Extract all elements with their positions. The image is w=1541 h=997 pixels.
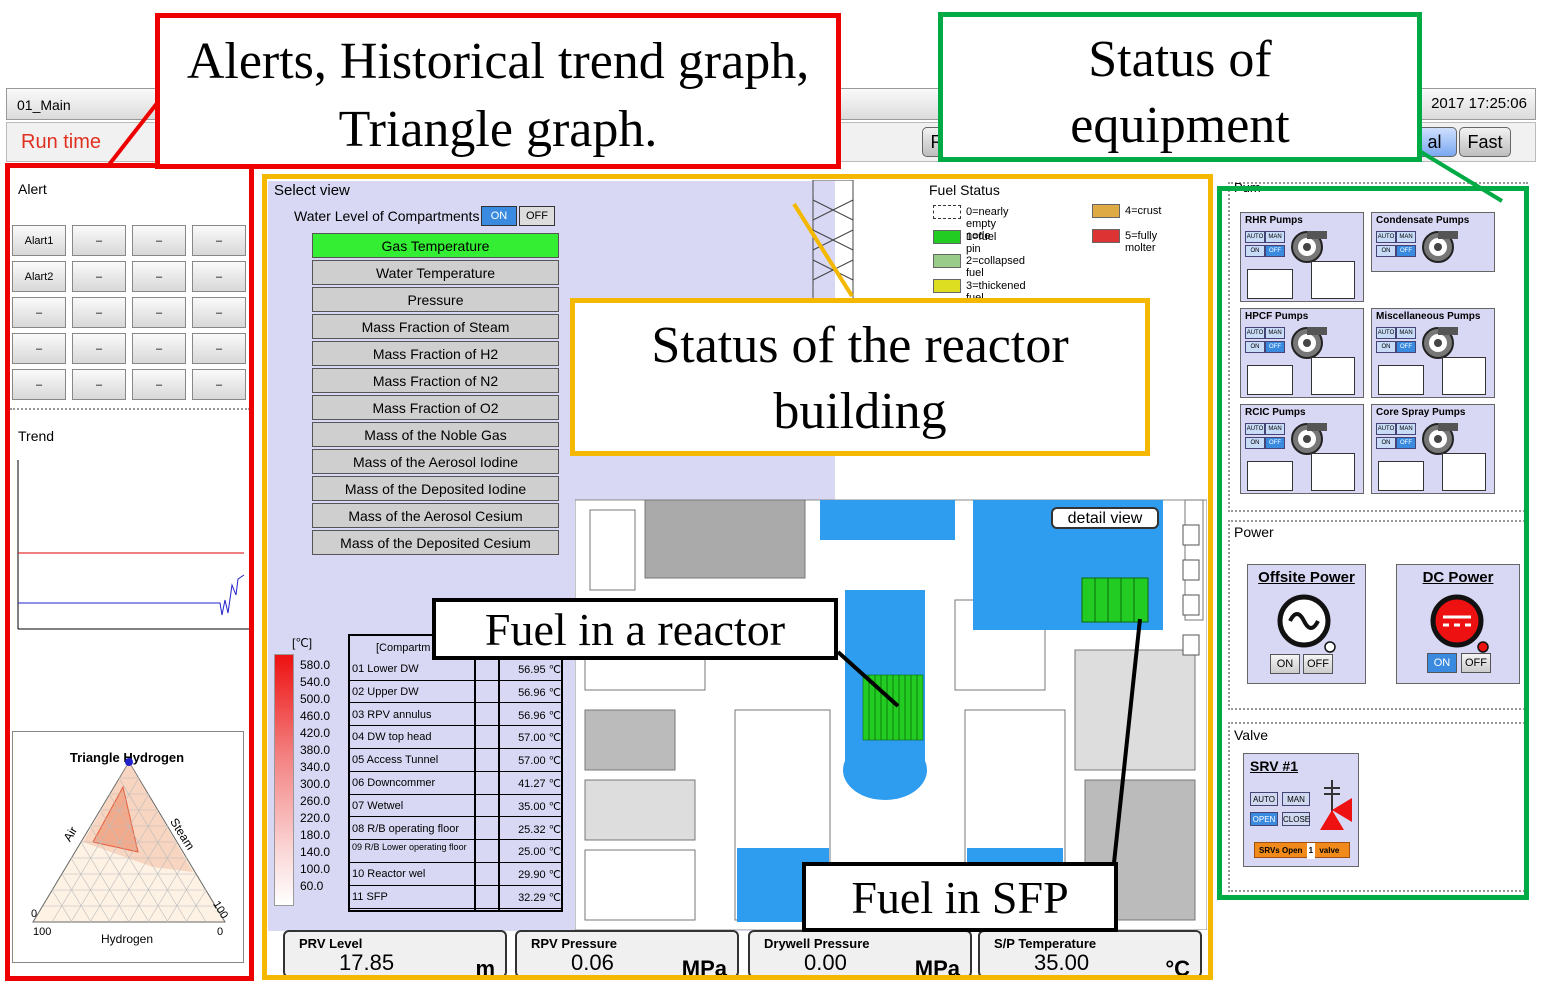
callout-fuel-sfp: Fuel in SFP [802, 862, 1118, 932]
datetime-readout: 2017 17:25:06 [1431, 95, 1527, 112]
reactor-section-outline [262, 174, 1213, 980]
callout-pointer [1414, 147, 1504, 203]
callout-reactor-status: Status of the reactor building [570, 298, 1150, 456]
callout-pointer [792, 202, 854, 298]
callout-fuel-reactor: Fuel in a reactor [432, 598, 838, 660]
callout-pointer [836, 650, 900, 708]
callout-equipment: Status of equipment [938, 12, 1422, 162]
alert-section-outline [5, 163, 254, 981]
run-time-label: Run time [21, 131, 102, 153]
callout-pointer [1112, 618, 1142, 864]
callout-alerts: Alerts, Historical trend graph, Triangle… [155, 13, 841, 169]
window-title: 01_Main [17, 97, 71, 113]
equipment-section-outline [1217, 186, 1529, 900]
